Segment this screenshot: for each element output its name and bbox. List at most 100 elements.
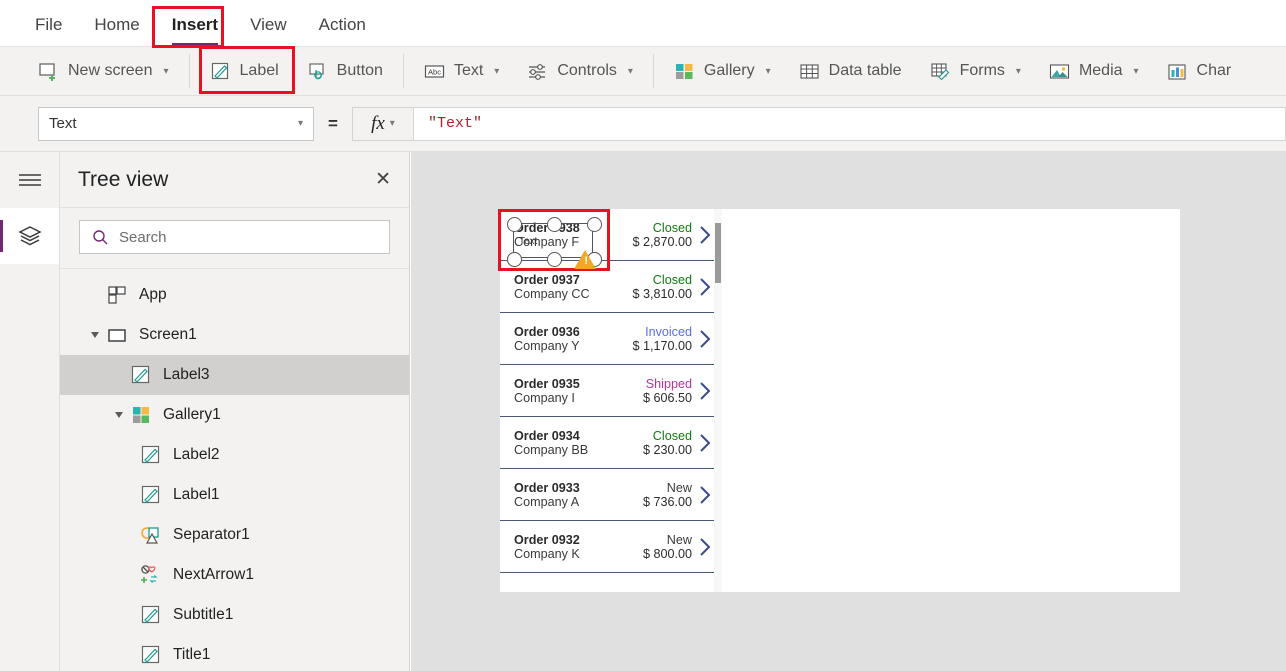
formula-input[interactable]: "Text"	[413, 106, 1286, 141]
tree-item-app[interactable]: App	[60, 275, 409, 315]
ribbon-label-button[interactable]: Label	[196, 46, 293, 96]
ribbon-gallery-menu[interactable]: Gallery ▾	[660, 46, 785, 96]
order-amount: $ 2,870.00	[632, 234, 692, 249]
ribbon-media-menu[interactable]: Media ▾	[1035, 46, 1153, 96]
gallery-scrollbar-thumb[interactable]	[715, 223, 721, 283]
ribbon-controls-menu[interactable]: Controls ▾	[513, 46, 647, 96]
equals-sign: =	[328, 113, 338, 133]
order-title: Order 0933	[514, 480, 580, 495]
label-icon	[140, 444, 162, 466]
left-icon-rail	[0, 152, 60, 671]
order-title: Order 0934	[514, 428, 580, 443]
resize-handle-sw[interactable]	[506, 251, 522, 267]
property-select-value: Text	[49, 115, 77, 132]
chevron-down-icon[interactable]: ▾	[163, 66, 168, 77]
tree-item-gallery1[interactable]: Gallery1	[60, 395, 409, 435]
chevron-down-icon[interactable]: ▾	[390, 118, 395, 129]
tree-item-nextarrow1[interactable]: NextArrow1	[60, 555, 409, 595]
company-subtitle: Company K	[514, 546, 580, 561]
expand-twisty[interactable]	[108, 411, 130, 419]
power-apps-studio: File Home Insert View Action New screen …	[0, 0, 1286, 671]
tree-item-label: Label1	[173, 486, 220, 503]
tree-item-label: App	[139, 286, 167, 303]
status-badge: New	[666, 480, 692, 495]
resize-handle-s[interactable]	[546, 251, 562, 267]
hamburger-menu-button[interactable]	[0, 152, 60, 208]
ribbon-label: Media	[1078, 62, 1123, 79]
ribbon-new-screen-button[interactable]: New screen ▾	[24, 46, 183, 96]
gallery-icon	[674, 61, 695, 82]
ribbon-data-table-button[interactable]: Data table	[785, 46, 916, 96]
ribbon-text-menu[interactable]: Abc Text ▾	[410, 46, 513, 96]
layers-icon	[17, 226, 42, 246]
shapes-icon	[140, 524, 162, 546]
tree-item-separator1[interactable]: Separator1	[60, 515, 409, 555]
hamburger-icon	[19, 174, 41, 186]
menu-tab-file[interactable]: File	[35, 15, 62, 37]
company-subtitle: Company Y	[514, 338, 580, 353]
search-input[interactable]: Search	[79, 220, 390, 254]
search-placeholder: Search	[119, 228, 167, 246]
chevron-down-icon[interactable]: ▾	[628, 66, 633, 77]
gallery-row[interactable]: Order 0936 Invoiced Company Y $ 1,170.00	[500, 313, 722, 365]
app-icon	[106, 284, 128, 306]
fx-button[interactable]: fx ▾	[351, 106, 414, 141]
order-amount: $ 606.50	[642, 390, 692, 405]
gallery-row[interactable]: Order 0935 Shipped Company I $ 606.50	[500, 365, 722, 417]
property-select[interactable]: Text ▾	[38, 106, 314, 141]
tree-item-subtitle1[interactable]: Subtitle1	[60, 595, 409, 635]
gallery-row[interactable]: Order 0932 New Company K $ 800.00	[500, 521, 722, 573]
gallery-row[interactable]: Order 0934 Closed Company BB $ 230.00	[500, 417, 722, 469]
chevron-down-icon[interactable]: ▾	[766, 66, 771, 77]
tree-item-title1[interactable]: Title1	[60, 635, 409, 671]
chevron-down-icon[interactable]: ▾	[298, 118, 303, 129]
gallery-row-content: Order 0933 New Company A $ 736.00	[514, 481, 692, 509]
close-icon[interactable]: ✕	[375, 170, 391, 189]
data-table-icon	[799, 61, 820, 82]
tree-item-screen1[interactable]: Screen1	[60, 315, 409, 355]
menu-tab-view[interactable]: View	[250, 15, 287, 37]
tree-item-label2[interactable]: Label2	[60, 435, 409, 475]
expand-twisty[interactable]	[84, 331, 106, 339]
selected-label-control[interactable]: Text !	[498, 209, 610, 271]
label-icon	[140, 604, 162, 626]
ribbon-charts-menu[interactable]: Char	[1153, 46, 1246, 96]
ribbon-button-button[interactable]: Button	[293, 46, 397, 96]
tree-item-label1[interactable]: Label1	[60, 475, 409, 515]
gallery-row-content: Order 0937 Closed Company CC $ 3,810.00	[514, 273, 692, 301]
gallery-scrollbar[interactable]	[714, 209, 722, 592]
button-icon	[307, 61, 328, 82]
fx-label: fx	[371, 112, 385, 134]
gallery-row-content: Order 0934 Closed Company BB $ 230.00	[514, 429, 692, 457]
svg-text:Abc: Abc	[428, 67, 441, 76]
gallery-row[interactable]: Order 0933 New Company A $ 736.00	[500, 469, 722, 521]
menu-bar: File Home Insert View Action	[0, 0, 1286, 52]
tree-view-rail-button[interactable]	[0, 208, 59, 264]
resize-handle-n[interactable]	[546, 216, 562, 232]
menu-tab-insert[interactable]: Insert	[171, 15, 219, 46]
insert-ribbon: New screen ▾ Label Button Abc Text ▾ Con…	[0, 46, 1286, 96]
canvas-area[interactable]: Order 0938 Closed Company F $ 2,870.00 O…	[411, 152, 1286, 671]
forms-icon	[930, 61, 951, 82]
tree-item-label: Label2	[173, 446, 220, 463]
search-area: Search	[60, 208, 409, 269]
gallery-icon	[130, 404, 152, 426]
tree-view-panel: Tree view ✕ Search App Screen1 Label3 Ga…	[60, 152, 410, 671]
icons-icon	[140, 564, 162, 586]
menu-tab-action[interactable]: Action	[319, 15, 366, 37]
tree-item-label: Screen1	[139, 326, 197, 343]
order-title: Order 0937	[514, 272, 580, 287]
chevron-down-icon[interactable]: ▾	[494, 66, 499, 77]
tree-item-label3[interactable]: Label3	[60, 355, 409, 395]
app-screen-canvas[interactable]: Order 0938 Closed Company F $ 2,870.00 O…	[498, 209, 1180, 592]
company-subtitle: Company I	[514, 390, 575, 405]
menu-tab-home[interactable]: Home	[94, 15, 139, 37]
chevron-down-icon[interactable]: ▾	[1016, 66, 1021, 77]
order-title: Order 0932	[514, 532, 580, 547]
resize-handle-ne[interactable]	[586, 216, 602, 232]
chevron-down-icon[interactable]: ▾	[1134, 66, 1139, 77]
ribbon-forms-menu[interactable]: Forms ▾	[916, 46, 1035, 96]
resize-handle-nw[interactable]	[506, 216, 522, 232]
ribbon-label: Gallery	[703, 62, 755, 79]
warning-exclamation: !	[584, 255, 588, 267]
